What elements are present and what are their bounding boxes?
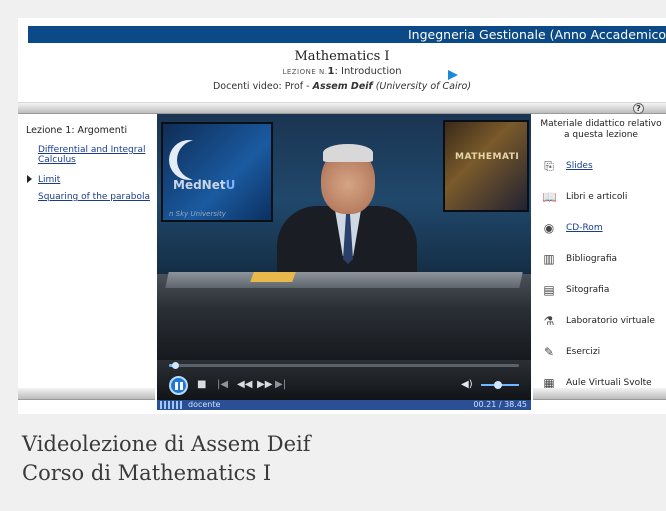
program-header-bar: Ingegneria Gestionale (Anno Accademico: …: [28, 26, 666, 43]
materials-heading: Materiale didattico relativo a questa le…: [540, 119, 662, 140]
volume-icon[interactable]: ◀): [461, 379, 473, 390]
book-icon: 📖: [542, 190, 557, 204]
topics-panel: Lezione 1: Argomenti Differential and In…: [18, 114, 155, 388]
material-item-lab: Laboratorio virtuale: [566, 316, 655, 326]
studio-screen-right-text: MATHEMATI: [455, 152, 520, 162]
progress-handle[interactable]: [172, 362, 179, 369]
moon-logo-icon: [177, 140, 217, 180]
current-topic-marker-icon: [27, 175, 32, 183]
play-icon[interactable]: [448, 70, 458, 80]
lecturer-hair: [323, 144, 373, 162]
desk-paper: [250, 272, 296, 282]
player-status-bar: docente 00.21 / 38.45: [157, 400, 531, 410]
help-icon[interactable]: ?: [633, 103, 644, 114]
studio-desk-top: [165, 272, 523, 288]
bibliography-icon: ▥: [543, 252, 555, 266]
website-icon: ▤: [543, 283, 555, 297]
video-player[interactable]: MedNetU n Sky University MATHEMATI ■ |◀: [157, 114, 531, 410]
studio-screen-left: MedNetU n Sky University: [161, 122, 273, 222]
player-time: 00.21 / 38.45: [473, 400, 527, 409]
fast-forward-button[interactable]: ▶▶: [257, 379, 272, 391]
lesson-line: Lezione n.1: Introduction: [18, 66, 666, 77]
lesson-prefix: Lezione n.: [282, 68, 328, 76]
material-item-bibliography: Bibliografia: [566, 254, 618, 264]
topic-link-calculus[interactable]: Differential and Integral Calculus: [38, 145, 153, 165]
materials-panel: Materiale didattico relativo a questa le…: [533, 114, 666, 390]
studio-brand: MedNetU: [173, 178, 236, 192]
material-link-slides[interactable]: Slides: [566, 160, 593, 172]
material-item-websites: Sitografia: [566, 285, 610, 295]
material-item-books: Libri e articoli: [566, 192, 628, 202]
pause-button[interactable]: [169, 376, 188, 395]
player-logo-icon: [160, 401, 182, 409]
caption-line-2: Corso di Mathematics I: [22, 461, 272, 485]
caption-line-1: Videolezione di Assem Deif: [22, 432, 311, 456]
player-status-label: docente: [188, 400, 221, 409]
teachers-prefix: Docenti video: Prof -: [212, 81, 313, 92]
exercises-icon: ✎: [543, 345, 555, 359]
topic-link-limit[interactable]: Limit: [38, 175, 153, 185]
topics-heading: Lezione 1: Argomenti: [26, 125, 128, 136]
video-frame[interactable]: MedNetU n Sky University MATHEMATI: [157, 114, 531, 360]
material-item-exercises: Esercizi: [566, 347, 601, 357]
cd-icon: ◉: [543, 221, 555, 235]
lesson-page: Ingegneria Gestionale (Anno Accademico: …: [18, 18, 666, 414]
lesson-name: : Introduction: [334, 66, 402, 77]
skip-back-button[interactable]: |◀: [217, 379, 228, 391]
rewind-button[interactable]: ◀◀: [237, 379, 252, 391]
lab-icon: ⚗: [543, 314, 555, 328]
studio-screen-right: MATHEMATI: [443, 120, 529, 212]
toolbar-band: [18, 102, 666, 114]
player-controls: ■ |◀ ◀◀ ▶▶ ▶| ◀): [157, 360, 531, 400]
slides-icon: ⎘: [544, 159, 554, 173]
topic-link-parabola[interactable]: Squaring of the parabola: [38, 192, 153, 202]
studio-brand-subtitle: n Sky University: [169, 210, 226, 218]
teachers-line: Docenti video: Prof - Assem Deif (Univer…: [18, 81, 666, 92]
right-bottom-band: [533, 388, 666, 400]
teacher-name: Assem Deif: [312, 81, 373, 92]
material-link-cdrom[interactable]: CD-Rom: [566, 222, 603, 234]
volume-handle[interactable]: [494, 381, 503, 389]
progress-bar[interactable]: [169, 362, 519, 369]
teacher-university: (University of Cairo): [375, 81, 472, 92]
stop-button[interactable]: ■: [197, 379, 206, 391]
course-title: Mathematics I: [294, 49, 390, 64]
program-title: Ingegneria Gestionale (Anno Accademico: …: [408, 27, 666, 42]
left-bottom-band: [18, 388, 155, 400]
skip-forward-button[interactable]: ▶|: [275, 379, 286, 391]
